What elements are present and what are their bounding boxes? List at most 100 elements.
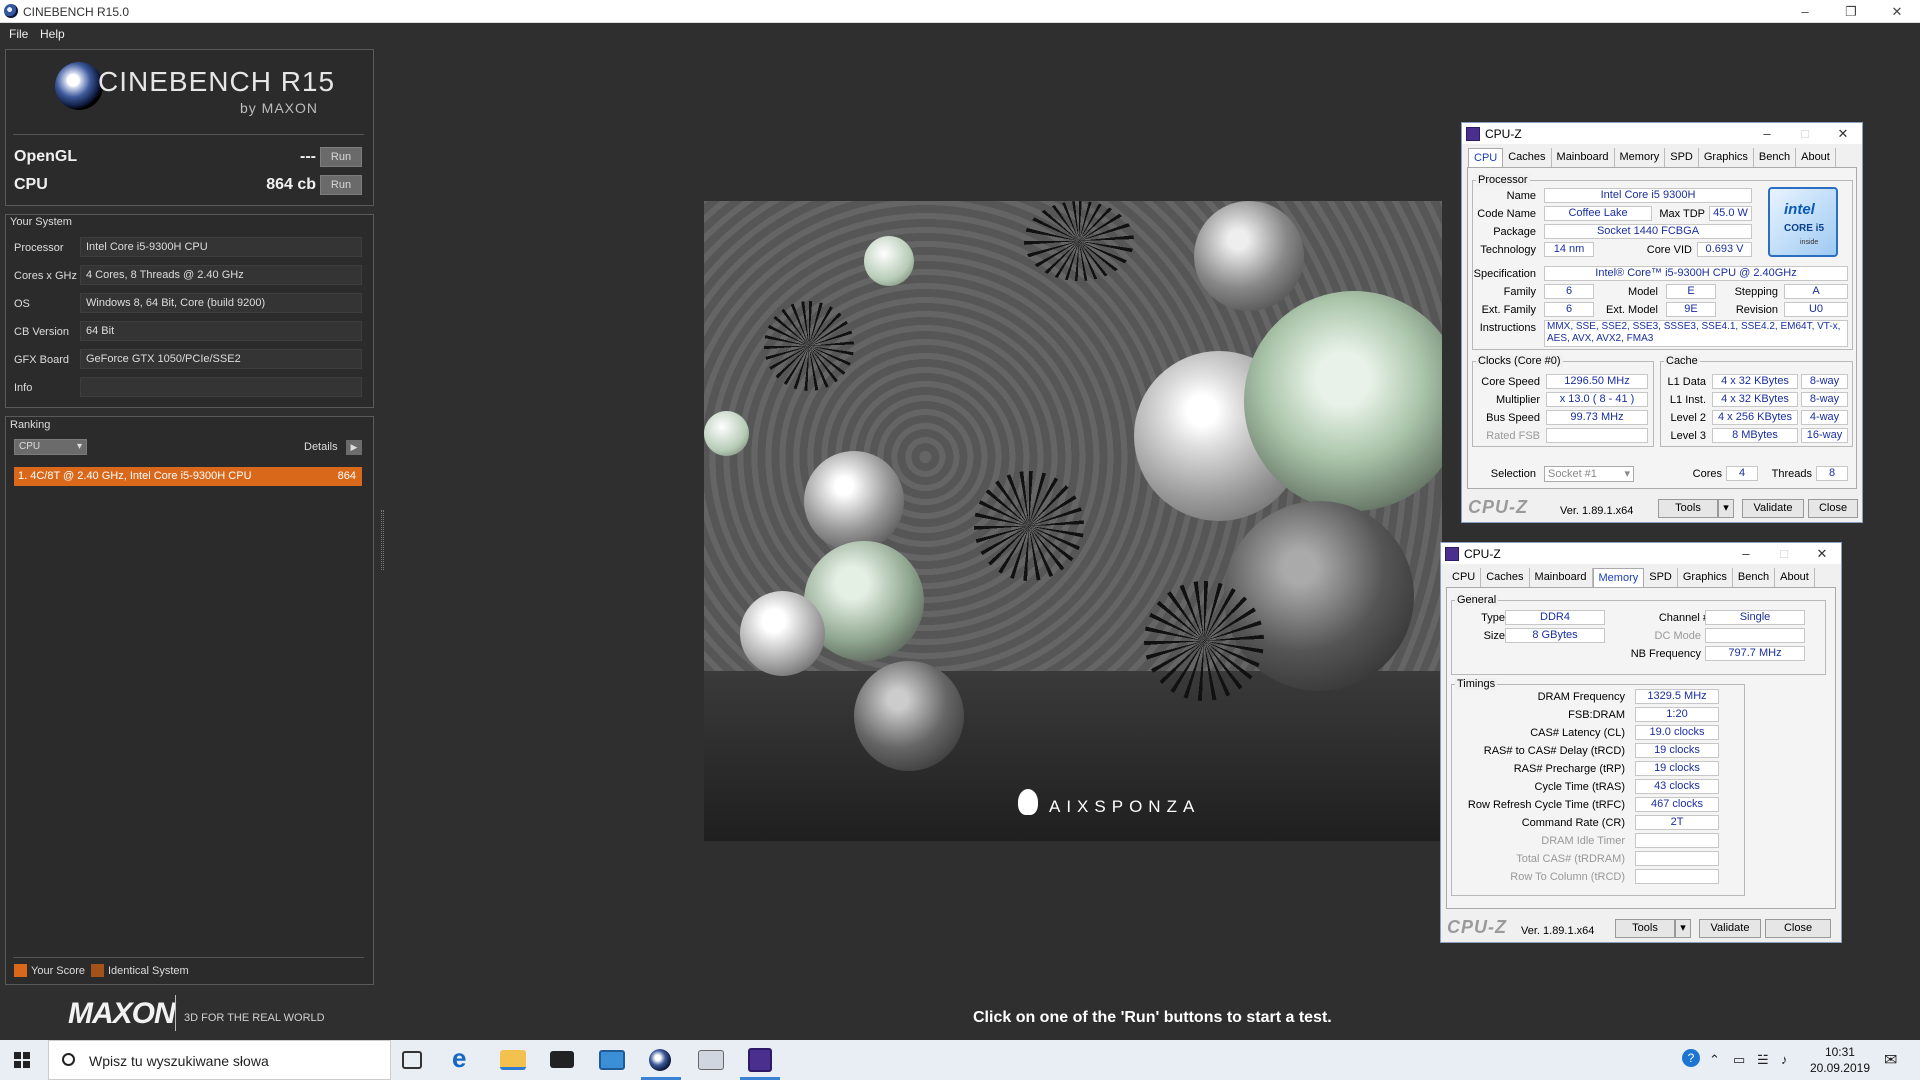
technology-label: Technology: [1480, 244, 1536, 256]
cpuz-taskbar-icon[interactable]: [748, 1048, 772, 1072]
tools-dropdown-button[interactable]: ▾: [1718, 499, 1734, 518]
package-label: Package: [1493, 226, 1536, 238]
tools-dropdown-button[interactable]: ▾: [1675, 919, 1691, 938]
tab-cpu[interactable]: CPU: [1468, 148, 1504, 167]
tab-cpu[interactable]: CPU: [1447, 568, 1482, 587]
validate-button[interactable]: Validate: [1699, 919, 1761, 938]
system-info-icon[interactable]: [698, 1050, 724, 1070]
cpuz-logo: CPU-Z: [1468, 497, 1528, 517]
l2-value: 4 x 256 KBytes: [1712, 410, 1798, 425]
menu-help[interactable]: Help: [40, 27, 65, 41]
dcmode-label: DC Mode: [1654, 630, 1701, 642]
sphere-small-left: [704, 411, 749, 456]
cinebench-app-icon: [4, 4, 18, 18]
task-view-icon[interactable]: [402, 1051, 422, 1069]
mail-icon[interactable]: [550, 1051, 574, 1068]
sys-label: GFX Board: [14, 354, 70, 366]
close-icon[interactable]: ✕: [1803, 543, 1841, 564]
timing-value: 1:20: [1635, 707, 1719, 722]
tools-label: Tools: [1675, 502, 1701, 514]
tab-memory[interactable]: Memory: [1615, 148, 1666, 167]
maxon-logo: MAXON: [68, 997, 176, 1030]
cpuz-app-icon: [1466, 127, 1480, 141]
tab-caches[interactable]: Caches: [1503, 148, 1552, 167]
chevron-down-icon: ▾: [76, 441, 82, 452]
cinebench-taskbar-icon[interactable]: [649, 1049, 671, 1071]
sphere-left: [804, 451, 904, 551]
spec-value: Intel® Core™ i5-9300H CPU @ 2.40GHz: [1544, 266, 1848, 281]
timing-value: [1635, 833, 1719, 848]
ratedfsb-value: [1546, 428, 1648, 443]
validate-button[interactable]: Validate: [1742, 499, 1804, 518]
timing-value: 467 clocks: [1635, 797, 1719, 812]
close-button[interactable]: Close: [1808, 499, 1858, 518]
volume-icon[interactable]: ♪: [1781, 1052, 1788, 1067]
tab-about[interactable]: About: [1796, 148, 1836, 167]
minimize-icon[interactable]: –: [1782, 0, 1828, 23]
tab-graphics[interactable]: Graphics: [1699, 148, 1754, 167]
technology-value: 14 nm: [1544, 242, 1594, 257]
chevron-up-icon[interactable]: ⌃: [1709, 1052, 1720, 1068]
minimize-icon[interactable]: –: [1727, 543, 1765, 564]
clock-time: 10:31: [1824, 1045, 1855, 1059]
tab-graphics[interactable]: Graphics: [1678, 568, 1733, 587]
tab-about[interactable]: About: [1775, 568, 1815, 587]
dandelion-right: [1144, 581, 1264, 701]
timing-label: DRAM Frequency: [1537, 691, 1625, 703]
l3-value: 8 MBytes: [1712, 428, 1798, 443]
app-window-icon[interactable]: [599, 1050, 625, 1070]
tab-spd[interactable]: SPD: [1644, 568, 1678, 587]
l1data-label: L1 Data: [1667, 376, 1706, 388]
help-tray-icon[interactable]: ?: [1682, 1049, 1700, 1067]
tools-button[interactable]: Tools: [1615, 919, 1675, 938]
tab-memory[interactable]: Memory: [1592, 568, 1645, 587]
busspeed-label: Bus Speed: [1486, 412, 1540, 424]
menu-file[interactable]: File: [9, 27, 28, 41]
close-icon[interactable]: ✕: [1824, 123, 1862, 144]
windows-start-icon[interactable]: [14, 1052, 31, 1069]
dandelion-center: [974, 471, 1084, 581]
taskbar-search[interactable]: Wpisz tu wyszukiwane słowa: [48, 1040, 391, 1080]
sys-label: Cores x GHz: [14, 270, 77, 282]
cpuz-version: Ver. 1.89.1.x64: [1560, 505, 1634, 517]
battery-icon[interactable]: ▭: [1733, 1052, 1745, 1068]
file-explorer-icon[interactable]: [500, 1050, 526, 1070]
ranking-entry[interactable]: 1. 4C/8T @ 2.40 GHz, Intel Core i5-9300H…: [14, 467, 362, 486]
codename-label: Code Name: [1477, 208, 1536, 220]
splitter-handle[interactable]: [381, 510, 384, 570]
details-arrow-button[interactable]: ▶: [346, 440, 362, 455]
cpuz-app-icon: [1445, 547, 1459, 561]
tab-caches[interactable]: Caches: [1481, 568, 1530, 587]
tab-bench[interactable]: Bench: [1733, 568, 1776, 587]
revision-value: U0: [1784, 302, 1848, 317]
sys-value-info[interactable]: [80, 377, 362, 397]
close-icon[interactable]: ✕: [1874, 0, 1920, 23]
edge-icon[interactable]: e: [452, 1043, 480, 1073]
close-button[interactable]: Close: [1765, 919, 1831, 938]
network-icon[interactable]: ☱: [1757, 1052, 1769, 1068]
window-title: CINEBENCH R15.0: [23, 5, 130, 19]
opengl-run-button[interactable]: Run: [320, 147, 362, 167]
ranking-dropdown[interactable]: CPU ▾: [14, 439, 87, 455]
minimize-icon[interactable]: –: [1748, 123, 1786, 144]
ranking-title: Ranking: [10, 419, 51, 431]
tab-spd[interactable]: SPD: [1665, 148, 1699, 167]
extfamily-label: Ext. Family: [1481, 304, 1536, 316]
type-label: Type: [1481, 612, 1505, 624]
tab-mainboard[interactable]: Mainboard: [1552, 148, 1615, 167]
tab-mainboard[interactable]: Mainboard: [1530, 568, 1593, 587]
tab-bench[interactable]: Bench: [1754, 148, 1797, 167]
notifications-icon[interactable]: ✉: [1884, 1050, 1897, 1070]
revision-label: Revision: [1735, 304, 1778, 316]
model-label: Model: [1628, 286, 1658, 298]
tools-button[interactable]: Tools: [1658, 499, 1718, 518]
selection-dropdown[interactable]: Socket #1 ▾: [1544, 466, 1634, 482]
restore-icon[interactable]: ❐: [1828, 0, 1874, 23]
sys-value-processor: Intel Core i5-9300H CPU: [80, 237, 362, 257]
timing-label: CAS# Latency (CL): [1530, 727, 1625, 739]
cpu-run-button[interactable]: Run: [320, 175, 362, 195]
family-value: 6: [1544, 284, 1594, 299]
taskbar-clock[interactable]: 10:31 20.09.2019: [1810, 1044, 1870, 1076]
title-bar: CINEBENCH R15.0 – ❐ ✕: [0, 0, 1920, 23]
cpuz-window-memory: CPU-Z – □ ✕ CPU Caches Mainboard Memory …: [1440, 542, 1842, 943]
